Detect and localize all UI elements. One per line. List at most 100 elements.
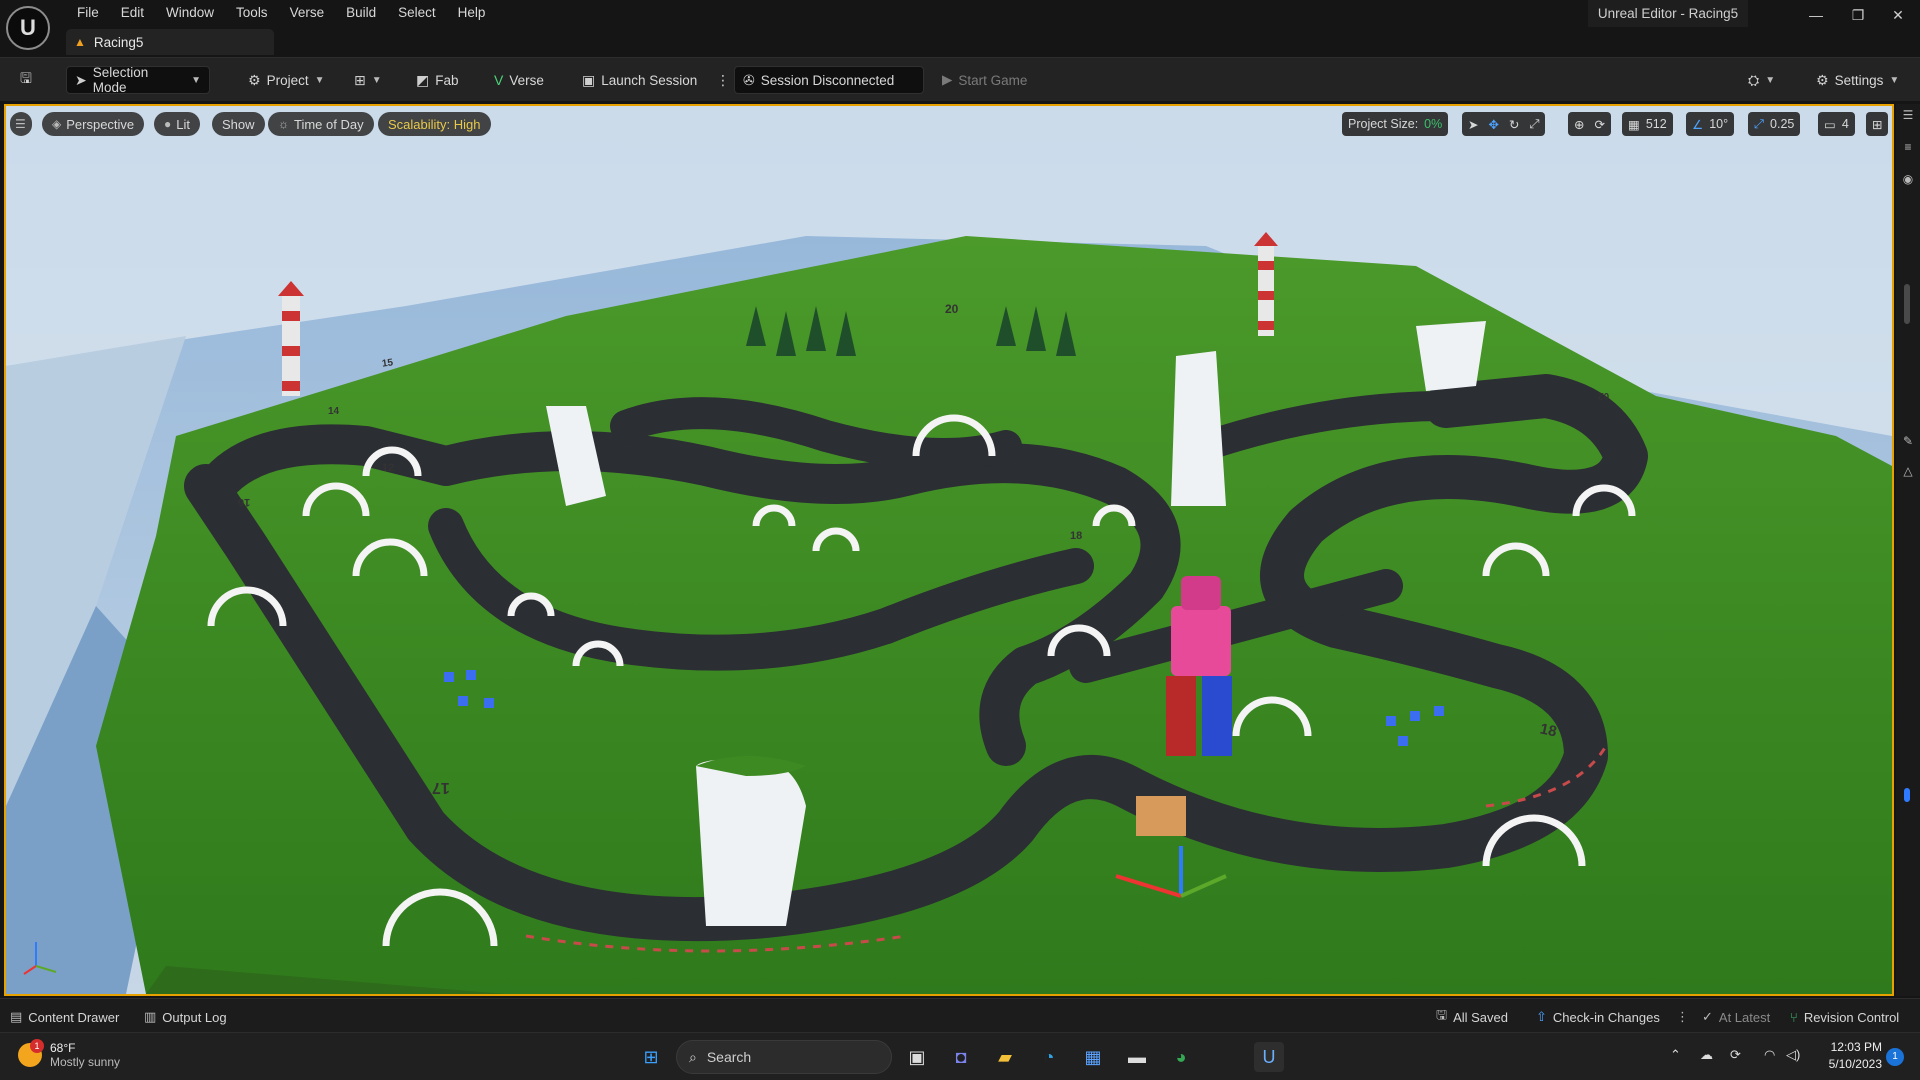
checkpoint-label: 12 [382,462,395,474]
eye-icon[interactable]: ◉ [1900,172,1916,188]
settings-dropdown[interactable]: ⚙ Settings ▼ [1808,66,1907,94]
viewport-menu-icon[interactable]: ☰ [10,112,32,136]
details-icon[interactable]: ≡ [1900,140,1916,156]
perspective-label: Perspective [66,116,135,132]
selection-mode-dropdown[interactable]: ➤ Selection Mode ▼ [66,65,210,95]
scrollbar[interactable] [1904,284,1910,324]
tray-overflow-icon[interactable]: ⌃ [1670,1047,1681,1063]
check-in-changes-button[interactable]: ⇧ Check-in Changes [1536,1007,1660,1027]
scale-tool-icon[interactable]: ⤢ [1529,117,1539,132]
disconnected-icon: ✇ [743,71,755,88]
lit-button[interactable]: ● Lit [154,112,200,136]
warning-icon[interactable]: △ [1900,464,1916,480]
system-clock[interactable]: 12:03 PM 5/10/2023 [1806,1039,1882,1073]
scalability-button[interactable]: Scalability: High [378,112,491,136]
all-saved-button[interactable]: 🖫 All Saved [1436,1007,1508,1027]
surface-snap-icon[interactable]: ⟳ [1594,117,1604,132]
camera-speed-value: 4 [1841,117,1849,131]
outliner-icon[interactable]: ☰ [1900,108,1916,124]
restore-icon[interactable]: ❐ [1836,0,1880,30]
checkpoint-label: 17 [432,779,450,796]
menu-help[interactable]: Help [447,2,497,22]
weather-badge: 1 [30,1039,44,1053]
selection-mode-label: Selection Mode [92,65,149,95]
menu-tools[interactable]: Tools [225,2,279,22]
unreal-editor-taskbar-icon[interactable]: U [1254,1042,1284,1072]
show-button[interactable]: Show [212,112,265,136]
upload-icon: ⇧ [1536,1009,1547,1024]
lit-icon: ● [164,117,172,131]
grid-snap-button[interactable]: ▦ 512 [1622,112,1673,136]
viewport-layout-icon[interactable]: ⊞ [1866,112,1889,136]
move-tool-icon[interactable]: ✥ [1488,117,1498,132]
volume-icon[interactable]: ◁) [1786,1047,1800,1063]
save-icon[interactable]: 🖫 [12,66,40,94]
fab-button[interactable]: ◩ Fab [408,66,467,94]
session-status[interactable]: ✇ Session Disconnected [734,66,924,94]
taskbar-search[interactable]: ⌕ Search [676,1040,892,1074]
menu-edit[interactable]: Edit [110,2,155,22]
terminal-icon[interactable]: ▬ [1122,1042,1152,1072]
level-tab-label: Racing5 [93,34,144,50]
rotate-tool-icon[interactable]: ↻ [1509,117,1519,132]
chevron-down-icon: ▼ [191,74,201,86]
task-view-icon[interactable]: ▣ [902,1042,932,1072]
menu-window[interactable]: Window [155,2,225,22]
time-of-day-button[interactable]: ☼ Time of Day [268,112,374,136]
sun-icon: 1 [18,1039,44,1067]
file-explorer-icon[interactable]: ▰ [990,1042,1020,1072]
sync-icon[interactable]: ⟳ [1730,1047,1741,1063]
rotation-snap-button[interactable]: ∠ 10° [1686,112,1735,136]
level-viewport[interactable]: 15 14 12 16 17 20 18 18 02 ☰ ◈ Perspecti… [4,104,1894,996]
notification-badge[interactable]: 1 [1886,1048,1904,1066]
add-content-dropdown[interactable]: ⊞ ▼ [346,66,390,94]
content-drawer-label: Content Drawer [28,1009,120,1025]
world-space-icon[interactable]: ⊕ [1574,117,1584,132]
menu-select[interactable]: Select [387,2,447,22]
weather-widget[interactable]: 1 68°F Mostly sunny [18,1039,120,1069]
project-dropdown[interactable]: ⚙ Project ▼ [240,66,333,94]
edit-icon[interactable]: ✎ [1900,434,1916,450]
revision-options-icon[interactable]: ⋮ [1676,1007,1689,1027]
unreal-logo-icon[interactable]: U [6,6,50,50]
right-side-panel: ☰ ≡ ◉ ✎ △ [1896,104,1920,996]
scene-render[interactable] [6,106,1892,994]
perspective-button[interactable]: ◈ Perspective [42,112,145,136]
level-tab[interactable]: ▲ Racing5 [66,29,274,55]
title-bar: U File Edit Window Tools Verse Build Sel… [0,0,1920,57]
platforms-dropdown[interactable]: ⛭ ▼ [1740,66,1783,94]
start-game-button[interactable]: ▶ Start Game [934,66,1035,94]
windows-start-icon[interactable]: ⊞ [636,1042,666,1072]
time-of-day-label: Time of Day [294,116,364,132]
revision-control-button[interactable]: ⑂ Revision Control [1790,1007,1899,1027]
wifi-icon[interactable]: ◠ [1764,1047,1775,1063]
teams-icon[interactable]: ◘ [946,1042,976,1072]
checkpoint-label: 20 [945,302,959,316]
output-log-button[interactable]: ▥ Output Log [144,1007,227,1027]
fab-icon: ◩ [416,71,430,88]
verse-button[interactable]: V Verse [486,66,552,94]
platforms-icon: ⛭ [1748,71,1760,88]
select-tool-icon[interactable]: ➤ [1468,117,1478,132]
edge-icon[interactable]: ◔ [1034,1042,1064,1072]
revision-control-label: Revision Control [1803,1009,1900,1025]
menu-build[interactable]: Build [335,2,387,22]
onedrive-icon[interactable]: ☁ [1700,1047,1713,1063]
scale-snap-button[interactable]: ⤢ 0.25 [1748,112,1801,136]
menu-file[interactable]: File [66,2,110,22]
close-icon[interactable]: ✕ [1876,0,1920,30]
angle-icon: ∠ [1692,117,1704,132]
project-size-indicator[interactable]: Project Size: 0% [1342,112,1449,136]
main-toolbar: 🖫 ➤ Selection Mode ▼ ⚙ Project ▼ ⊞ ▼ ◩ F… [0,57,1920,101]
play-icon: ▶ [942,72,953,87]
menu-verse[interactable]: Verse [279,2,336,22]
camera-speed-button[interactable]: ▭ 4 [1818,112,1855,136]
launch-session-button[interactable]: ▣ Launch Session [574,66,705,94]
store-icon[interactable]: ▦ [1078,1042,1108,1072]
launch-session-label: Launch Session [601,72,698,88]
chrome-icon[interactable]: ◕ [1166,1042,1196,1072]
cube-icon: ◈ [52,117,62,131]
at-latest-indicator[interactable]: ✓ At Latest [1702,1007,1770,1027]
minimize-icon[interactable]: — [1794,0,1838,30]
content-drawer-button[interactable]: ▤ Content Drawer [10,1007,119,1027]
